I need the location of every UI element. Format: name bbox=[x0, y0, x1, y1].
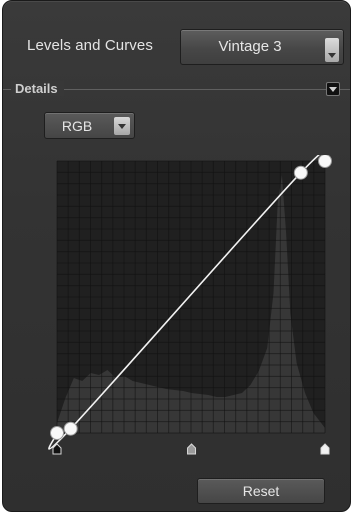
curve-control-point[interactable] bbox=[318, 155, 332, 168]
preset-value: Vintage 3 bbox=[218, 38, 282, 55]
curve-graph[interactable] bbox=[47, 155, 335, 461]
channel-dropdown[interactable]: RGB bbox=[44, 112, 135, 139]
chevron-down-icon bbox=[114, 117, 130, 135]
white-point-handle[interactable] bbox=[320, 443, 330, 455]
curve-control-point[interactable] bbox=[293, 165, 308, 180]
midtone-handle[interactable] bbox=[187, 443, 197, 455]
collapse-triangle-icon[interactable] bbox=[326, 82, 340, 96]
curve-control-point[interactable] bbox=[50, 426, 64, 440]
reset-button[interactable]: Reset bbox=[197, 478, 325, 504]
curve-editor[interactable] bbox=[47, 155, 335, 461]
preset-dropdown[interactable]: Vintage 3 bbox=[180, 29, 344, 65]
chevron-down-icon bbox=[325, 38, 339, 62]
curve-control-point[interactable] bbox=[63, 421, 78, 436]
panel-title: Levels and Curves bbox=[27, 37, 153, 54]
channel-value: RGB bbox=[61, 118, 93, 134]
section-label-details: Details bbox=[11, 81, 64, 96]
levels-curves-panel: Levels and Curves Vintage 3 Details RGB … bbox=[2, 0, 351, 512]
